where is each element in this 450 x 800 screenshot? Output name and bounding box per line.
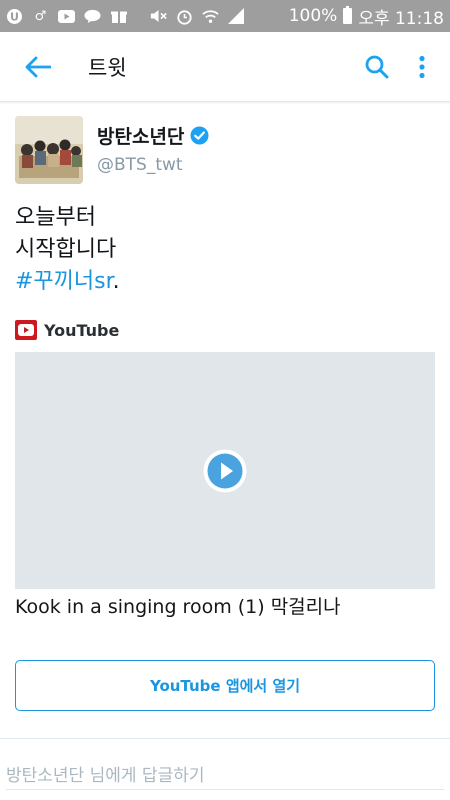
video-thumbnail[interactable] <box>15 352 435 589</box>
status-right: 100% 오후 11:18 <box>289 4 444 29</box>
wifi-icon <box>202 8 219 25</box>
tweet-text-line: 오늘부터 <box>15 205 96 230</box>
author-name-row: 방탄소년단 <box>97 122 209 149</box>
youtube-logo-icon <box>15 320 37 340</box>
avatar[interactable] <box>15 116 83 184</box>
tweet-text: 오늘부터 시작합니다 #꾸끼너sr. <box>15 202 120 298</box>
battery-icon <box>343 6 353 24</box>
back-button[interactable] <box>10 39 66 95</box>
gift-icon <box>110 8 127 25</box>
page-title: 트윗 <box>88 55 127 80</box>
clock: 오후 11:18 <box>358 8 444 29</box>
hashtag-text: #꾸끼너 <box>15 269 95 294</box>
talk-icon <box>84 8 101 25</box>
notification-icons: U ♂ <box>6 8 245 25</box>
reply-input[interactable]: 방탄소년단 님에게 답글하기 <box>6 761 205 786</box>
signal-icon <box>228 8 245 25</box>
svg-text:U: U <box>10 10 19 23</box>
tweet-author[interactable]: 방탄소년단 @BTS_twt <box>15 116 209 184</box>
status-bar: U ♂ 100% 오후 11:18 <box>0 0 450 32</box>
search-icon <box>365 55 389 78</box>
tweet-hashtag-line: #꾸끼너sr. <box>15 266 120 298</box>
app-bar: 트윗 <box>0 32 450 102</box>
battery-percent: 100% <box>288 6 338 26</box>
author-handle: @BTS_twt <box>97 155 183 175</box>
youtube-icon <box>58 8 75 25</box>
reply-underline <box>6 789 444 790</box>
card-title: Kook in a singing room (1) 막걸리나 <box>15 596 341 618</box>
play-icon[interactable] <box>202 448 248 494</box>
open-in-youtube-button[interactable]: YouTube 앱에서 열기 <box>15 660 435 711</box>
reply-bar: 방탄소년단 님에게 답글하기 <box>0 738 450 800</box>
more-vertical-icon <box>419 55 425 78</box>
hashtag-suffix: sr <box>94 269 113 294</box>
more-options-button[interactable] <box>402 42 442 92</box>
u-plus-icon: U <box>6 8 23 25</box>
author-name: 방탄소년단 <box>97 126 185 148</box>
mute-icon <box>150 8 167 25</box>
hashtag-link[interactable]: #꾸끼너sr <box>15 269 113 294</box>
tweet-trailing-text: . <box>112 269 120 294</box>
card-source: YouTube <box>15 320 119 340</box>
author-text: 방탄소년단 @BTS_twt <box>97 116 209 184</box>
alarm-icon <box>176 8 193 25</box>
search-button[interactable] <box>352 42 402 92</box>
verified-badge-icon <box>190 126 209 145</box>
gender-icon: ♂ <box>34 8 47 24</box>
tweet-text-line: 시작합니다 <box>15 237 117 262</box>
back-arrow-icon <box>25 56 51 77</box>
card-source-name: YouTube <box>44 320 120 340</box>
